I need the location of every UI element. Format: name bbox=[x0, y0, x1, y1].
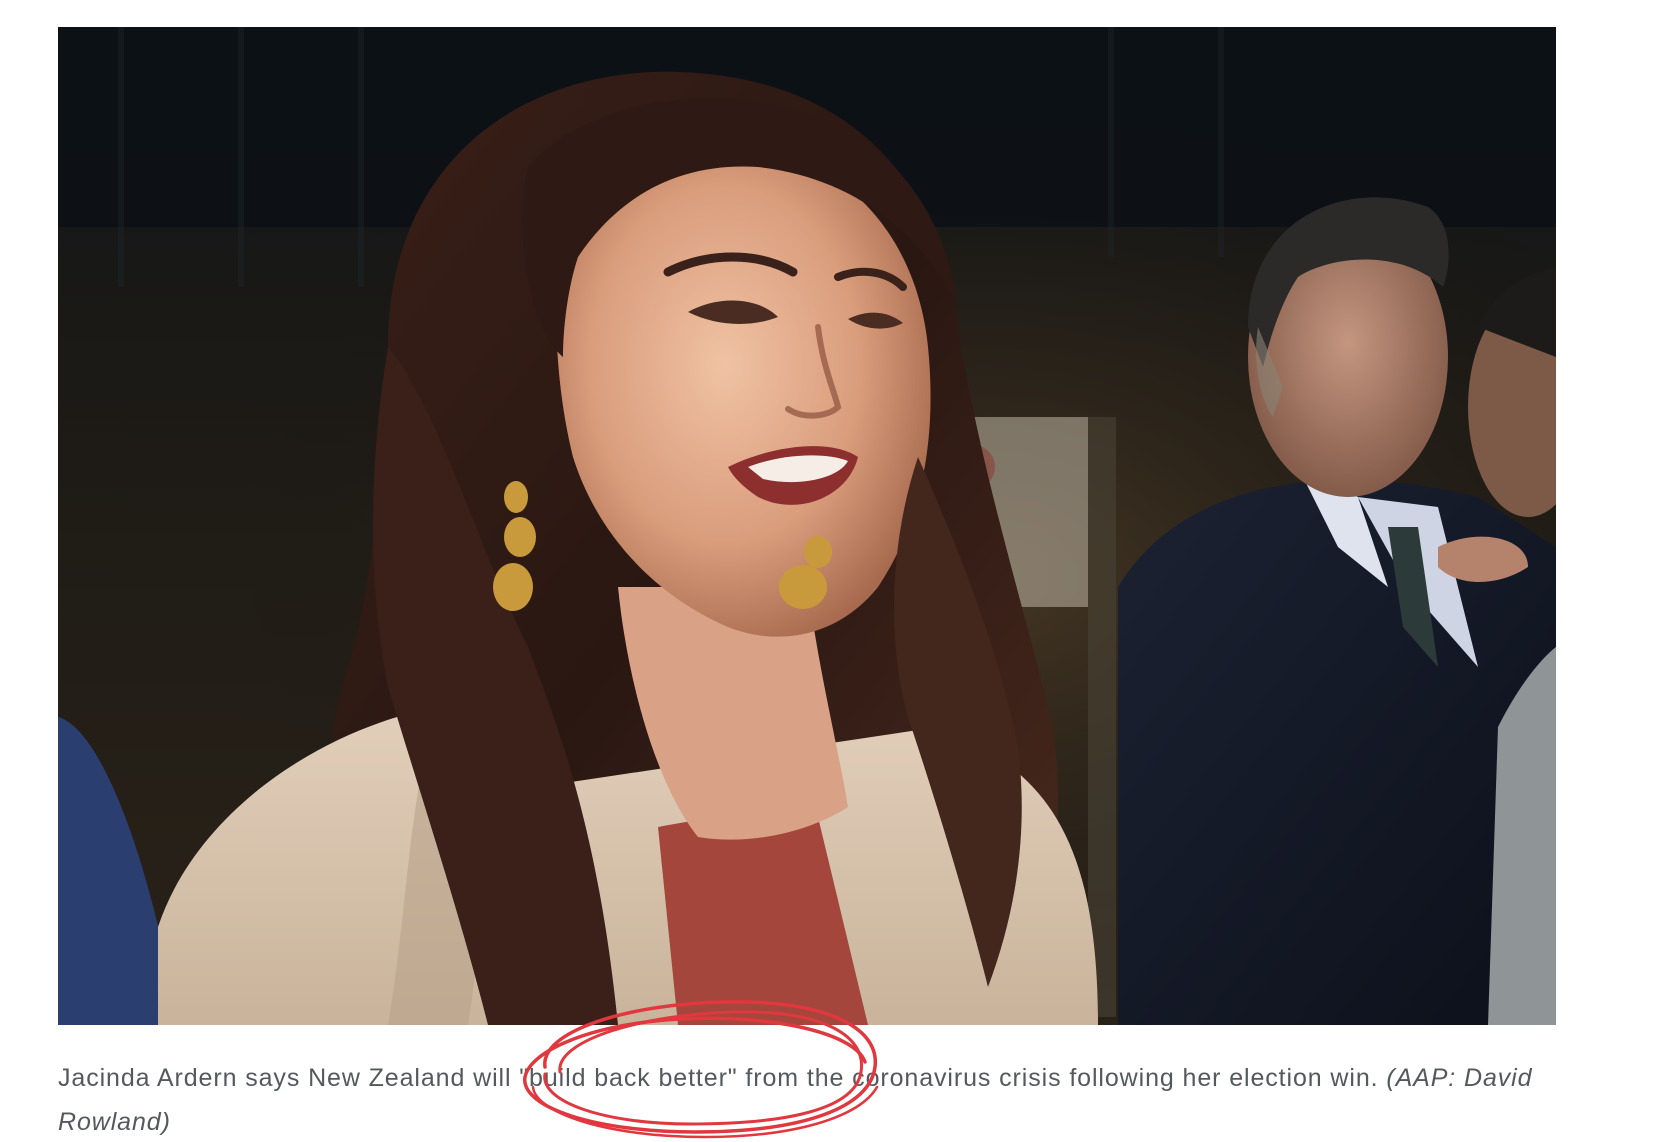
photo-caption: Jacinda Ardern says New Zealand will "bu… bbox=[58, 1056, 1558, 1142]
caption-text: Jacinda Ardern says New Zealand will "bu… bbox=[58, 1064, 1379, 1092]
press-photo-icon bbox=[58, 27, 1556, 1025]
article-photo bbox=[58, 27, 1556, 1025]
article-page: Jacinda Ardern says New Zealand will "bu… bbox=[0, 0, 1668, 1142]
